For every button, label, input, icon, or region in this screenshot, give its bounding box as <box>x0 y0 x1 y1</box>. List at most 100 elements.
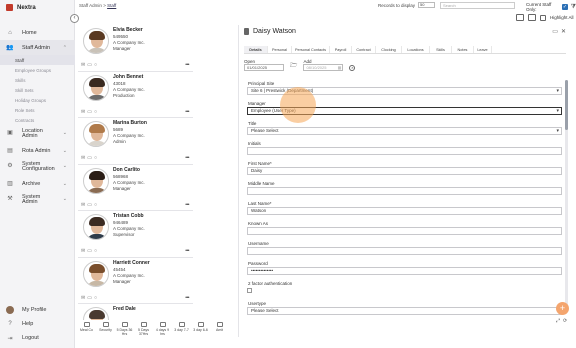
sidebar-item-help[interactable]: ? Help <box>0 317 75 331</box>
staff-card[interactable]: Elvia Becker 549550 A Company Inc. Manager ✉… <box>78 25 193 72</box>
card-view-icon[interactable] <box>528 14 536 21</box>
open-date-field[interactable]: 01/01/2025 <box>244 64 284 71</box>
text-field[interactable] <box>247 147 562 155</box>
select-field[interactable]: Please Select <box>247 127 562 135</box>
sidebar-item-staff-admin[interactable]: 👥 Staff Admin ⌃ <box>0 40 75 55</box>
user-icon[interactable]: ○ <box>94 202 97 208</box>
mail-icon[interactable]: ✉ <box>81 155 85 161</box>
bottom-tool-button[interactable]: 3 day 6-6 <box>192 322 209 336</box>
current-staff-checkbox[interactable]: ✓ <box>562 4 568 10</box>
document-icon[interactable]: ▭ <box>87 295 92 301</box>
mail-icon[interactable]: ✉ <box>81 202 85 208</box>
sidebar-sub-contracts[interactable]: Contracts <box>0 115 75 125</box>
more-options-icon[interactable]: ••• <box>185 155 189 161</box>
expand-icon[interactable]: ⤢ <box>556 318 560 324</box>
text-field[interactable] <box>247 247 562 255</box>
calendar-icon[interactable]: ▦ <box>338 65 342 70</box>
tab-payroll[interactable]: Payroll <box>330 46 352 53</box>
more-options-icon[interactable]: ••• <box>185 202 189 208</box>
staff-card[interactable]: Marina Burton 5689 A Company Inc. Admin ✉ ▭ ○ •… <box>78 118 193 165</box>
tab-personal[interactable]: Personal <box>268 46 292 53</box>
mail-icon[interactable]: ✉ <box>81 109 85 115</box>
sidebar-sub-skill-sets[interactable]: Skill Sets <box>0 85 75 95</box>
user-icon[interactable]: ○ <box>94 155 97 161</box>
collapse-sidebar-button[interactable]: ‹ <box>70 14 79 23</box>
sidebar-sub-staff[interactable]: Staff <box>0 55 75 65</box>
sidebar-item-system-configuration[interactable]: ⚙ System Configuration ⌄ <box>0 158 75 176</box>
document-icon[interactable]: ▭ <box>87 155 92 161</box>
text-field[interactable] <box>247 227 562 235</box>
add-date-field[interactable]: 08/10/2025 ▦ <box>303 64 344 71</box>
tab-locations[interactable]: Locations <box>402 46 430 53</box>
tab-personal-contacts[interactable]: Personal Contacts <box>292 46 330 53</box>
bottom-tool-button[interactable]: Amit <box>211 322 228 336</box>
sidebar-item-archive[interactable]: ▥ Archive ⌄ <box>0 176 75 191</box>
list-view-icon[interactable] <box>516 14 524 21</box>
select-field[interactable]: Please Select <box>247 307 562 315</box>
sidebar-sub-employee-groups[interactable]: Employee Groups <box>0 65 75 75</box>
mail-icon[interactable]: ✉ <box>81 62 85 68</box>
chevron-down-icon: ⌄ <box>62 196 67 203</box>
mail-icon[interactable]: ✉ <box>81 248 85 254</box>
sidebar-item-home[interactable]: ⌂ Home <box>0 25 75 40</box>
breadcrumb-current[interactable]: Staff <box>107 3 116 8</box>
scrollbar[interactable] <box>565 80 568 310</box>
bottom-tool-button[interactable]: 4 days 9 hrs <box>154 322 171 336</box>
document-icon[interactable]: ▭ <box>87 248 92 254</box>
two-factor-checkbox[interactable] <box>247 288 252 293</box>
user-icon[interactable]: ○ <box>94 62 97 68</box>
sidebar-sub-skills[interactable]: Skills <box>0 75 75 85</box>
text-field[interactable]: •••••••••••••• <box>247 267 562 275</box>
more-options-icon[interactable]: ••• <box>185 109 189 115</box>
tab-notes[interactable]: Notes <box>452 46 474 53</box>
text-field[interactable] <box>247 187 562 195</box>
breadcrumb-root[interactable]: Staff Admin <box>79 3 102 8</box>
folder-icon[interactable]: 🗁 <box>290 61 297 71</box>
clear-icon[interactable]: × <box>349 65 356 71</box>
sidebar-item-logout[interactable]: ⇥ Logout <box>0 331 75 345</box>
document-icon[interactable]: ▭ <box>87 62 92 68</box>
user-icon[interactable]: ○ <box>94 295 97 301</box>
text-field[interactable]: Daisy <box>247 167 562 175</box>
records-select[interactable]: 50 <box>418 2 436 8</box>
add-button[interactable]: + <box>556 302 569 315</box>
staff-card[interactable]: Don Carlito 568968 A Company Inc. Manager ✉ ▭… <box>78 164 193 211</box>
more-options-icon[interactable]: ••• <box>185 248 189 254</box>
tab-leave[interactable]: Leave <box>474 46 492 53</box>
filter-icon[interactable]: ⧩ <box>571 4 576 11</box>
staff-card[interactable]: Tristan Cobb 946489 A Company Inc. Supervis… <box>78 211 193 258</box>
sidebar-sub-role-sets[interactable]: Role Sets <box>0 105 75 115</box>
staff-card[interactable]: Fred Dale✉▭○••• <box>78 304 193 320</box>
sidebar-item-rota-admin[interactable]: ▤ Rota Admin ⌄ <box>0 143 75 158</box>
highlight-checkbox[interactable] <box>540 14 546 21</box>
bottom-tool-button[interactable]: Security <box>97 322 114 336</box>
sidebar-item-my-profile[interactable]: My Profile <box>0 303 75 317</box>
text-field[interactable]: Watson <box>247 207 562 215</box>
scrollbar-thumb[interactable] <box>565 80 568 130</box>
sidebar-item-location-admin[interactable]: ▣ Location Admin ⌄ <box>0 125 75 143</box>
search-input[interactable]: Search <box>440 2 515 9</box>
document-icon[interactable]: ▭ <box>87 109 92 115</box>
user-icon[interactable]: ○ <box>94 248 97 254</box>
tab-clocking[interactable]: Clocking <box>376 46 402 53</box>
tab-skills[interactable]: Skills <box>430 46 452 53</box>
mail-icon[interactable]: ✉ <box>81 295 85 301</box>
refresh-icon[interactable]: ⟳ <box>563 318 567 324</box>
staff-card[interactable]: Harriett Conner 45454 A Company Inc. Manage… <box>78 257 193 304</box>
more-options-icon[interactable]: ••• <box>185 62 189 68</box>
document-icon[interactable]: ▭ <box>87 202 92 208</box>
sidebar-sub-holiday-groups[interactable]: Holiday Groups <box>0 95 75 105</box>
bottom-tool-button[interactable]: 5 Days 36 Hrs <box>116 322 133 336</box>
close-icon[interactable]: ✕ <box>561 28 566 35</box>
user-icon[interactable]: ○ <box>94 109 97 115</box>
staff-id: 43018 <box>113 80 126 86</box>
tab-details[interactable]: Details <box>244 46 268 53</box>
bottom-tool-button[interactable]: 3 day 7-7 <box>173 322 190 336</box>
window-icon[interactable]: ▭ <box>552 28 558 35</box>
bottom-tool-button[interactable]: Meal Co <box>78 322 95 336</box>
tab-contract[interactable]: Contract <box>352 46 376 53</box>
bottom-tool-button[interactable]: 5 Days 37Hrs <box>135 322 152 336</box>
more-options-icon[interactable]: ••• <box>185 295 189 301</box>
sidebar-item-system-admin[interactable]: ⚒ System Admin ⌄ <box>0 191 75 209</box>
staff-card[interactable]: John Bennet 43018 A Company Inc. Production… <box>78 71 193 118</box>
